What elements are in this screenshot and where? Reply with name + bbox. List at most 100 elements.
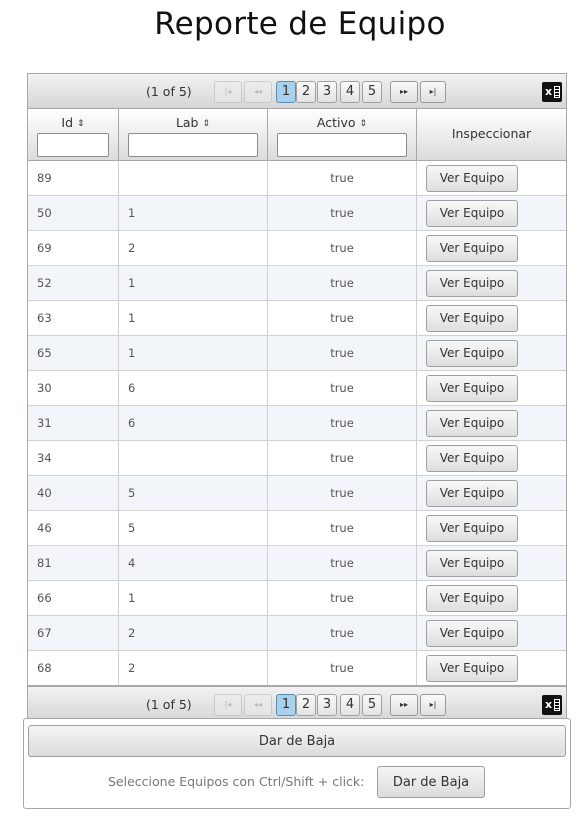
cell-activo: true — [268, 196, 417, 230]
cell-inspeccionar: Ver Equipo — [417, 406, 566, 440]
table-row[interactable]: 34 true Ver Equipo — [28, 441, 566, 476]
ver-equipo-button[interactable]: Ver Equipo — [426, 340, 518, 367]
ver-equipo-button[interactable]: Ver Equipo — [426, 620, 518, 647]
first-page-button[interactable]: |◂ — [214, 81, 242, 103]
ver-equipo-button[interactable]: Ver Equipo — [426, 410, 518, 437]
page-title: Reporte de Equipo — [154, 6, 446, 42]
last-page-icon: ▸| — [429, 700, 437, 709]
ver-equipo-button[interactable]: Ver Equipo — [426, 585, 518, 612]
table-row[interactable]: 89 true Ver Equipo — [28, 161, 566, 196]
first-page-button[interactable]: |◂ — [214, 694, 242, 716]
page-report: (1 of 5) — [146, 84, 192, 99]
cell-id: 65 — [28, 336, 119, 370]
ver-equipo-button[interactable]: Ver Equipo — [426, 655, 518, 682]
table-row[interactable]: 40 5 true Ver Equipo — [28, 476, 566, 511]
last-page-button[interactable]: ▸| — [420, 694, 446, 716]
sort-icon: ⇕ — [202, 119, 211, 129]
cell-inspeccionar: Ver Equipo — [417, 476, 566, 510]
table-row[interactable]: 31 6 true Ver Equipo — [28, 406, 566, 441]
page-3-button[interactable]: 3 — [317, 81, 337, 103]
page-3-button[interactable]: 3 — [317, 694, 337, 716]
first-page-icon: |◂ — [224, 700, 232, 709]
page-1-button[interactable]: 1 — [276, 81, 296, 103]
excel-export-icon[interactable]: x — [542, 82, 562, 102]
dar-de-baja-button[interactable]: Dar de Baja — [28, 725, 566, 757]
cell-inspeccionar: Ver Equipo — [417, 301, 566, 335]
cell-activo: true — [268, 301, 417, 335]
cell-activo: true — [268, 616, 417, 650]
activo-filter-input[interactable] — [277, 133, 407, 157]
cell-inspeccionar: Ver Equipo — [417, 266, 566, 300]
next-page-button[interactable]: ▸▸ — [390, 81, 418, 103]
ver-equipo-button[interactable]: Ver Equipo — [426, 515, 518, 542]
cell-lab: 1 — [119, 196, 268, 230]
cell-lab: 1 — [119, 581, 268, 615]
column-lab[interactable]: Lab ⇕ — [119, 109, 268, 160]
page-2-button[interactable]: 2 — [296, 81, 316, 103]
column-id[interactable]: Id ⇕ — [28, 109, 119, 160]
next-page-icon: ▸▸ — [399, 700, 409, 709]
cell-lab: 4 — [119, 546, 268, 580]
page-2-button[interactable]: 2 — [296, 694, 316, 716]
ver-equipo-button[interactable]: Ver Equipo — [426, 305, 518, 332]
cell-lab: 6 — [119, 406, 268, 440]
cell-id: 89 — [28, 161, 119, 195]
selection-hint: Seleccione Equipos con Ctrl/Shift + clic… — [108, 774, 365, 789]
ver-equipo-button[interactable]: Ver Equipo — [426, 375, 518, 402]
page-4-button[interactable]: 4 — [340, 694, 360, 716]
prev-page-button[interactable]: ◂◂ — [244, 81, 272, 103]
column-activo[interactable]: Activo ⇕ — [268, 109, 417, 160]
table-row[interactable]: 63 1 true Ver Equipo — [28, 301, 566, 336]
ver-equipo-button[interactable]: Ver Equipo — [426, 445, 518, 472]
ver-equipo-button[interactable]: Ver Equipo — [426, 235, 518, 262]
ver-equipo-button[interactable]: Ver Equipo — [426, 165, 518, 192]
cell-inspeccionar: Ver Equipo — [417, 511, 566, 545]
ver-equipo-button[interactable]: Ver Equipo — [426, 550, 518, 577]
page-5-button[interactable]: 5 — [362, 81, 382, 103]
table-row[interactable]: 65 1 true Ver Equipo — [28, 336, 566, 371]
table-row[interactable]: 50 1 true Ver Equipo — [28, 196, 566, 231]
dar-de-baja-selected-button[interactable]: Dar de Baja — [377, 766, 485, 798]
cell-activo: true — [268, 581, 417, 615]
table-row[interactable]: 81 4 true Ver Equipo — [28, 546, 566, 581]
next-page-icon: ▸▸ — [399, 87, 409, 96]
cell-id: 67 — [28, 616, 119, 650]
cell-id: 50 — [28, 196, 119, 230]
column-inspeccionar-label: Inspeccionar — [451, 126, 532, 141]
page-5-button[interactable]: 5 — [362, 694, 382, 716]
cell-inspeccionar: Ver Equipo — [417, 371, 566, 405]
id-filter-input[interactable] — [37, 133, 109, 157]
ver-equipo-button[interactable]: Ver Equipo — [426, 480, 518, 507]
cell-activo: true — [268, 161, 417, 195]
cell-lab: 2 — [119, 651, 268, 685]
prev-page-icon: ◂◂ — [253, 700, 263, 709]
ver-equipo-button[interactable]: Ver Equipo — [426, 270, 518, 297]
cell-id: 68 — [28, 651, 119, 685]
page-report: (1 of 5) — [146, 697, 192, 712]
prev-page-button[interactable]: ◂◂ — [244, 694, 272, 716]
cell-activo: true — [268, 511, 417, 545]
table-row[interactable]: 52 1 true Ver Equipo — [28, 266, 566, 301]
table-row[interactable]: 66 1 true Ver Equipo — [28, 581, 566, 616]
column-inspeccionar: Inspeccionar — [417, 109, 566, 160]
table-row[interactable]: 68 2 true Ver Equipo — [28, 651, 566, 686]
next-page-button[interactable]: ▸▸ — [390, 694, 418, 716]
cell-lab: 5 — [119, 511, 268, 545]
cell-id: 34 — [28, 441, 119, 475]
cell-inspeccionar: Ver Equipo — [417, 161, 566, 195]
page-4-button[interactable]: 4 — [340, 81, 360, 103]
cell-lab: 5 — [119, 476, 268, 510]
table-row[interactable]: 30 6 true Ver Equipo — [28, 371, 566, 406]
cell-lab — [119, 161, 268, 195]
last-page-button[interactable]: ▸| — [420, 81, 446, 103]
ver-equipo-button[interactable]: Ver Equipo — [426, 200, 518, 227]
paginator-top: (1 of 5) |◂ ◂◂ 1 2 3 4 5 ▸▸ ▸| x — [28, 74, 566, 109]
table-row[interactable]: 46 5 true Ver Equipo — [28, 511, 566, 546]
table-row[interactable]: 69 2 true Ver Equipo — [28, 231, 566, 266]
cell-lab: 2 — [119, 616, 268, 650]
page-1-button[interactable]: 1 — [276, 694, 296, 716]
excel-export-icon[interactable]: x — [542, 695, 562, 715]
table-row[interactable]: 67 2 true Ver Equipo — [28, 616, 566, 651]
lab-filter-input[interactable] — [128, 133, 258, 157]
column-lab-label: Lab — [175, 115, 199, 130]
